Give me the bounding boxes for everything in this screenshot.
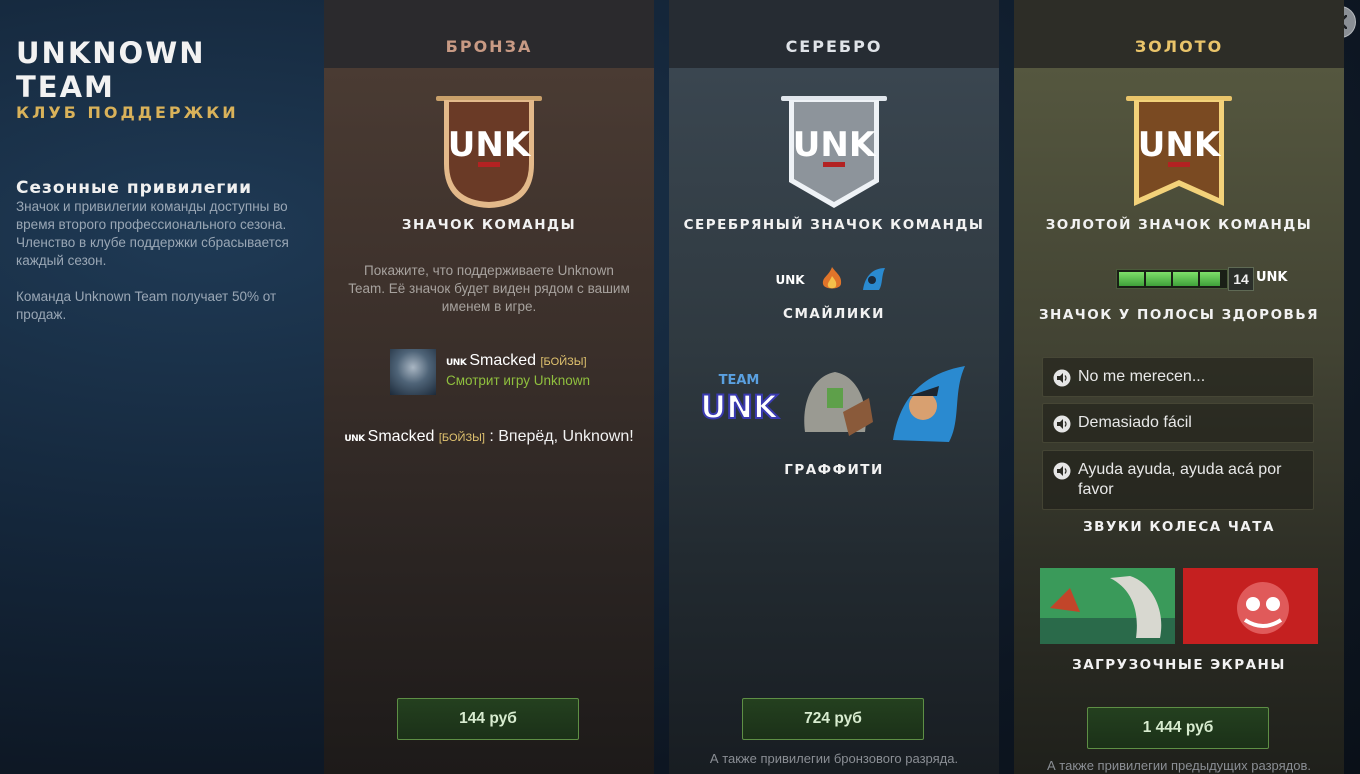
chat-preview: UNK Smacked [БОЙЗЫ] : Вперёд, Unknown! (324, 428, 654, 446)
graffiti-label: ГРАФФИТИ (784, 462, 884, 478)
player-rank: [БОЙЗЫ] (540, 356, 587, 368)
loading-screens-preview (1040, 568, 1320, 646)
team-tag-icon: UNK (446, 358, 467, 368)
season-title: Сезонные привилегии (16, 178, 253, 198)
silver-badge-text: UNK (793, 125, 877, 165)
fire-emote-icon (822, 267, 842, 289)
player-name-line: UNK Smacked [БОЙЗЫ] (446, 352, 587, 370)
tier-bronze: БРОНЗА UNK ЗНАЧОК КОМАНДЫ Покажите, что … (324, 0, 654, 774)
chat-wheel-sound-3[interactable]: Ayuda ayuda, ayuda acá por favor (1042, 450, 1314, 510)
bronze-badge-text: UNK (448, 125, 532, 165)
svg-text:UNK: UNK (775, 273, 805, 287)
speaker-icon (1053, 462, 1071, 480)
gold-badge-text: UNK (1138, 125, 1222, 165)
club-title: КЛУБ ПОДДЕРЖКИ (16, 103, 239, 122)
chat-wheel-sound-label: Demasiado fácil (1078, 414, 1192, 431)
unk-emote-icon: UNK (775, 273, 805, 287)
avatar (390, 349, 436, 395)
club-sidebar: UNKNOWN TEAM КЛУБ ПОДДЕРЖКИ Сезонные при… (16, 36, 306, 324)
buy-bronze-button[interactable]: 144 руб (397, 698, 579, 740)
health-bar-segment (1200, 272, 1220, 286)
loading-screens-label: ЗАГРУЗОЧНЫЕ ЭКРАНЫ (1072, 657, 1286, 673)
gold-footnote: А также привилегии предыдущих разрядов. (1047, 758, 1311, 773)
golem-graffiti (804, 372, 873, 436)
silver-badge-label: СЕРЕБРЯНЫЙ ЗНАЧОК КОМАНДЫ (683, 217, 985, 233)
chat-separator: : (489, 428, 494, 445)
bronze-badge-label: ЗНАЧОК КОМАНДЫ (401, 217, 577, 233)
silver-footnote: А также привилегии бронзового разряда. (709, 751, 959, 766)
chat-player-name: Smacked (367, 428, 435, 445)
graffiti-team-text: TEAM (719, 373, 760, 388)
tier-bronze-title: БРОНЗА (324, 0, 654, 68)
speaker-icon (1053, 369, 1071, 387)
health-bar-segment (1146, 272, 1171, 286)
chat-message: Вперёд, Unknown! (498, 428, 634, 445)
chat-team-tag-icon: UNK (344, 434, 365, 444)
graffiti-preview: TEAM UNK (697, 362, 977, 448)
health-bar (1116, 269, 1228, 289)
player-preview: UNK Smacked [БОЙЗЫ] Смотрит игру Unknown (390, 349, 620, 395)
health-bar-preview: 14 UNK (1116, 266, 1288, 292)
team-name: UNKNOWN TEAM (16, 36, 206, 104)
chat-wheel-sound-label: Ayuda ayuda, ayuda acá por favor (1078, 461, 1282, 498)
health-bar-team-icon: UNK (1256, 270, 1288, 285)
hero-level: 14 (1228, 267, 1254, 291)
revenue-note: Команда Unknown Team получает 50% от про… (16, 289, 277, 322)
tier-silver: СЕРЕБРО UNK СЕРЕБРЯНЫЙ ЗНАЧОК КОМАНДЫ UN… (669, 0, 999, 774)
loading-screen-2 (1183, 568, 1318, 644)
gold-badge-label: ЗОЛОТОЙ ЗНАЧОК КОМАНДЫ (1045, 217, 1313, 233)
loading-screen-1 (1040, 568, 1175, 644)
bronze-team-badge: UNK (436, 96, 542, 208)
tier-gold-title: ЗОЛОТО (1014, 0, 1344, 68)
health-bar-segment (1119, 272, 1144, 286)
chat-player-rank: [БОЙЗЫ] (438, 432, 485, 444)
chat-wheel-sound-1[interactable]: No me merecen... (1042, 357, 1314, 397)
buy-silver-button[interactable]: 724 руб (742, 698, 924, 740)
chat-wheel-sound-label: No me merecen... (1078, 368, 1206, 385)
pirate-emote-icon (863, 268, 885, 290)
tier-gold: ЗОЛОТО UNK ЗОЛОТОЙ ЗНАЧОК КОМАНДЫ 14 UNK… (1014, 0, 1344, 774)
bronze-description: Покажите, что поддерживаете Unknown Team… (348, 263, 630, 314)
buy-gold-button[interactable]: 1 444 руб (1087, 707, 1269, 749)
silver-team-badge: UNK (781, 96, 887, 208)
player-status: Смотрит игру Unknown (446, 373, 591, 388)
chat-wheel-label: ЗВУКИ КОЛЕСА ЧАТА (1083, 519, 1275, 535)
gold-team-badge: UNK (1126, 96, 1232, 206)
health-bar-label: ЗНАЧОК У ПОЛОСЫ ЗДОРОВЬЯ (1038, 307, 1320, 323)
emotes-preview: UNK (775, 264, 895, 296)
player-name: Smacked (469, 352, 537, 369)
emotes-label: СМАЙЛИКИ (783, 306, 885, 322)
unk-graffiti: TEAM UNK (699, 373, 780, 427)
season-description: Значок и привилегии команды доступны во … (16, 199, 289, 268)
chat-wheel-sound-2[interactable]: Demasiado fácil (1042, 403, 1314, 443)
speaker-icon (1053, 415, 1071, 433)
tier-silver-title: СЕРЕБРО (669, 0, 999, 68)
pirate-graffiti (893, 366, 965, 442)
graffiti-unk-text: UNK (700, 388, 779, 426)
health-bar-segment (1173, 272, 1198, 286)
